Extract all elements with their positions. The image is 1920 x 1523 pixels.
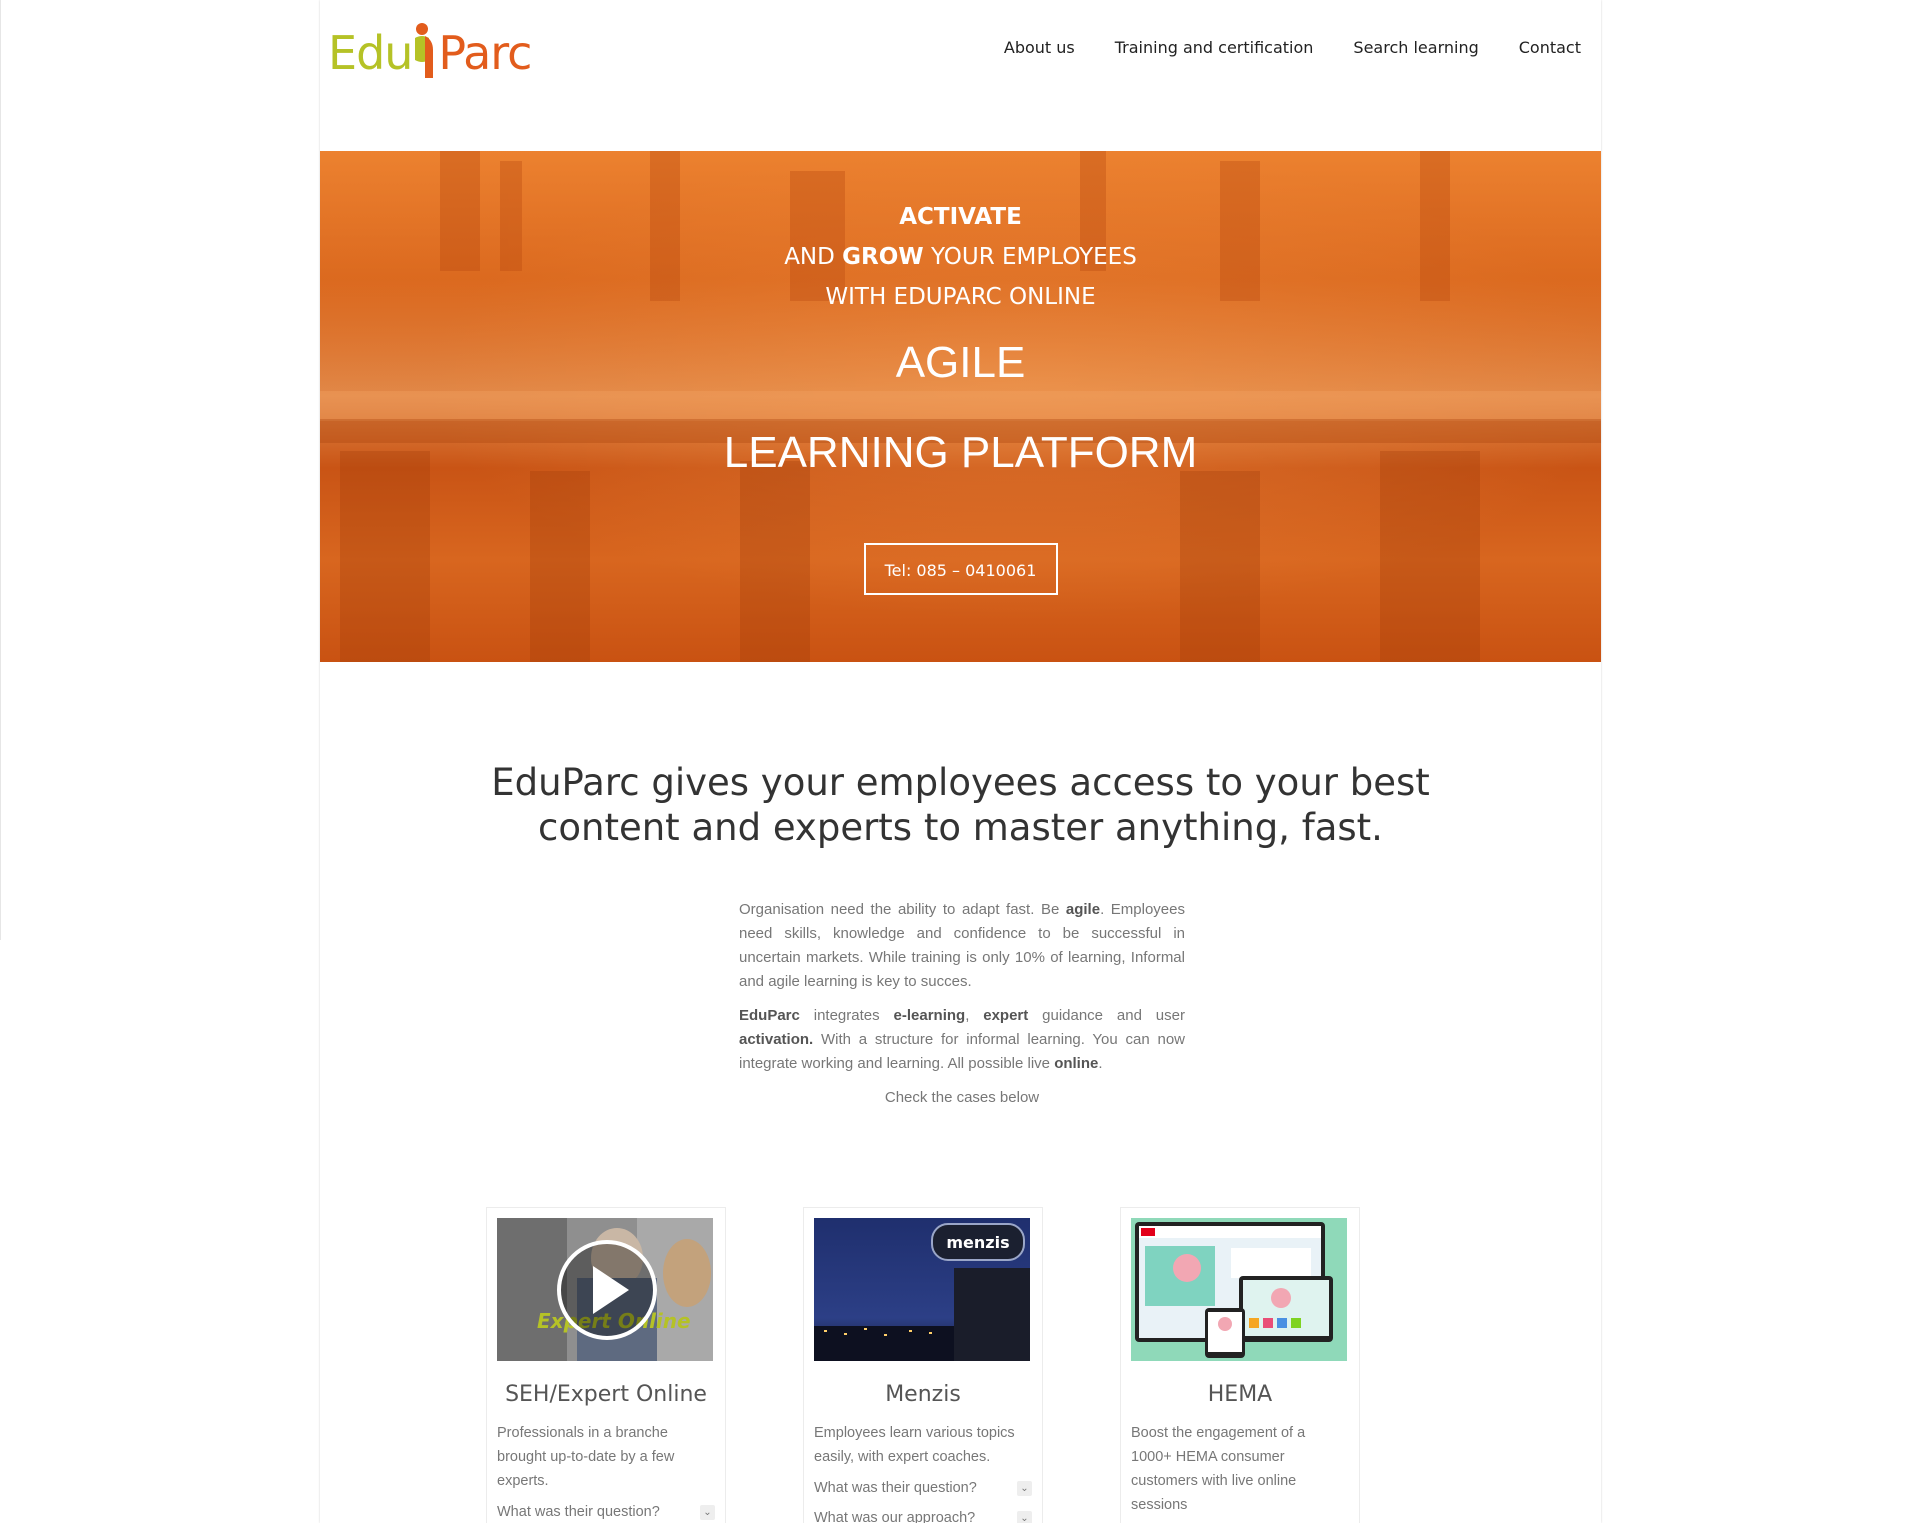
chevron-down-icon[interactable]: ⌄ (700, 1504, 715, 1520)
faq-question-label: What was their question? (497, 1504, 660, 1520)
nav-item-training-certification[interactable]: Training and certification (1115, 38, 1314, 57)
faq-approach-toggle[interactable]: What was our approach? ⌄ (814, 1510, 1032, 1523)
case-card-menzis[interactable]: menzis Menzis Employees learn various to… (803, 1207, 1043, 1523)
hero-headline-agile: AGILE (895, 338, 1026, 387)
intro-paragraph-2: EduParc integrates e-learning, expert gu… (739, 1004, 1185, 1076)
intro-paragraph-3: Check the cases below (884, 1089, 1040, 1106)
case-title: Menzis (885, 1382, 961, 1407)
eduparc-logo[interactable]: Edu Parc (328, 20, 532, 80)
p2-text-f: guidance and user (1028, 1007, 1185, 1024)
play-icon[interactable] (559, 1242, 655, 1338)
p2-text-b: integrates (799, 1007, 894, 1024)
faq-question-toggle[interactable]: What was their question? ⌄ (497, 1504, 715, 1520)
faq-question-toggle[interactable]: What was their question? ⌄ (814, 1480, 1032, 1496)
main-nav: About us Training and certification Sear… (1004, 38, 1581, 57)
intro-paragraph-1: Organisation need the ability to adapt f… (739, 898, 1185, 994)
hero-banner: ACTIVATE AND GROW YOUR EMPLOYEES WITH ED… (320, 151, 1601, 662)
p2-text-d: , (965, 1007, 984, 1024)
hero-line-grow-pre: AND (784, 244, 843, 270)
case-thumbnail-hema[interactable] (1131, 1218, 1347, 1361)
case-card-hema[interactable]: HEMA Boost the engagement of a 1000+ HEM… (1120, 1207, 1360, 1523)
case-description: Boost the engagement of a 1000+ HEMA con… (1131, 1425, 1306, 1513)
case-description: Professionals in a branche brought up-to… (497, 1425, 675, 1489)
intro-heading: EduParc gives your employees access to y… (320, 760, 1601, 850)
left-edge-rule (0, 0, 1, 940)
intro-heading-line2: content and experts to master anything, … (538, 806, 1383, 849)
p1-text-a: Organisation need the ability to adapt f… (739, 901, 1066, 918)
chevron-down-icon[interactable]: ⌄ (1017, 1480, 1032, 1496)
page-container: Edu Parc About us Training and certifica… (320, 0, 1601, 1523)
intro-heading-line1: EduParc gives your employees access to y… (491, 761, 1430, 804)
case-title: SEH/Expert Online (505, 1382, 707, 1407)
logo-text-edu: Edu (328, 26, 413, 80)
p2-text-j: . (1098, 1055, 1103, 1072)
nav-item-search-learning[interactable]: Search learning (1353, 38, 1478, 57)
menzis-thumb-text: menzis (946, 1233, 1009, 1252)
case-description: Employees learn various topics easily, w… (814, 1425, 1015, 1465)
faq-question-label: What was their question? (814, 1480, 977, 1496)
site-header: Edu Parc About us Training and certifica… (320, 0, 1601, 151)
case-thumbnail-menzis[interactable]: menzis (814, 1218, 1030, 1361)
p2-bold-elearning: e-learning (893, 1007, 966, 1024)
chevron-down-icon[interactable]: ⌄ (1017, 1510, 1032, 1523)
hero-line-grow-post: YOUR EMPLOYEES (923, 244, 1137, 270)
case-thumbnail-seh[interactable]: Expert Online (497, 1218, 713, 1361)
case-card-seh-expert-online[interactable]: Expert Online SEH/Expert Online Professi… (486, 1207, 726, 1523)
p2-bold-online: online (1054, 1055, 1099, 1072)
faq-approach-label: What was our approach? (814, 1510, 976, 1523)
logo-figure-icon (415, 23, 434, 78)
hero-headline-platform: LEARNING PLATFORM (723, 428, 1198, 477)
nav-item-about-us[interactable]: About us (1004, 38, 1075, 57)
p2-bold-activation: activation. (739, 1031, 814, 1048)
menzis-building-image: menzis (814, 1218, 1030, 1361)
hero-line-activate: ACTIVATE (899, 204, 1022, 230)
hero-line-eduparc-online: WITH EDUPARC ONLINE (825, 284, 1096, 310)
case-title: HEMA (1207, 1382, 1273, 1407)
hero-content: ACTIVATE AND GROW YOUR EMPLOYEES WITH ED… (320, 197, 1601, 595)
hero-line-grow: AND GROW YOUR EMPLOYEES (320, 237, 1601, 277)
phone-button[interactable]: Tel: 085 – 0410061 (863, 543, 1058, 595)
p1-bold-agile: agile (1065, 901, 1101, 918)
hema-devices-image (1131, 1218, 1347, 1361)
hero-line-grow-bold: GROW (842, 244, 924, 270)
intro-body: Organisation need the ability to adapt f… (739, 898, 1185, 1120)
p2-bold-eduparc: EduParc (739, 1007, 800, 1024)
logo-text-parc: Parc (438, 26, 532, 80)
nav-item-contact[interactable]: Contact (1519, 38, 1581, 57)
p2-bold-expert: expert (983, 1007, 1029, 1024)
